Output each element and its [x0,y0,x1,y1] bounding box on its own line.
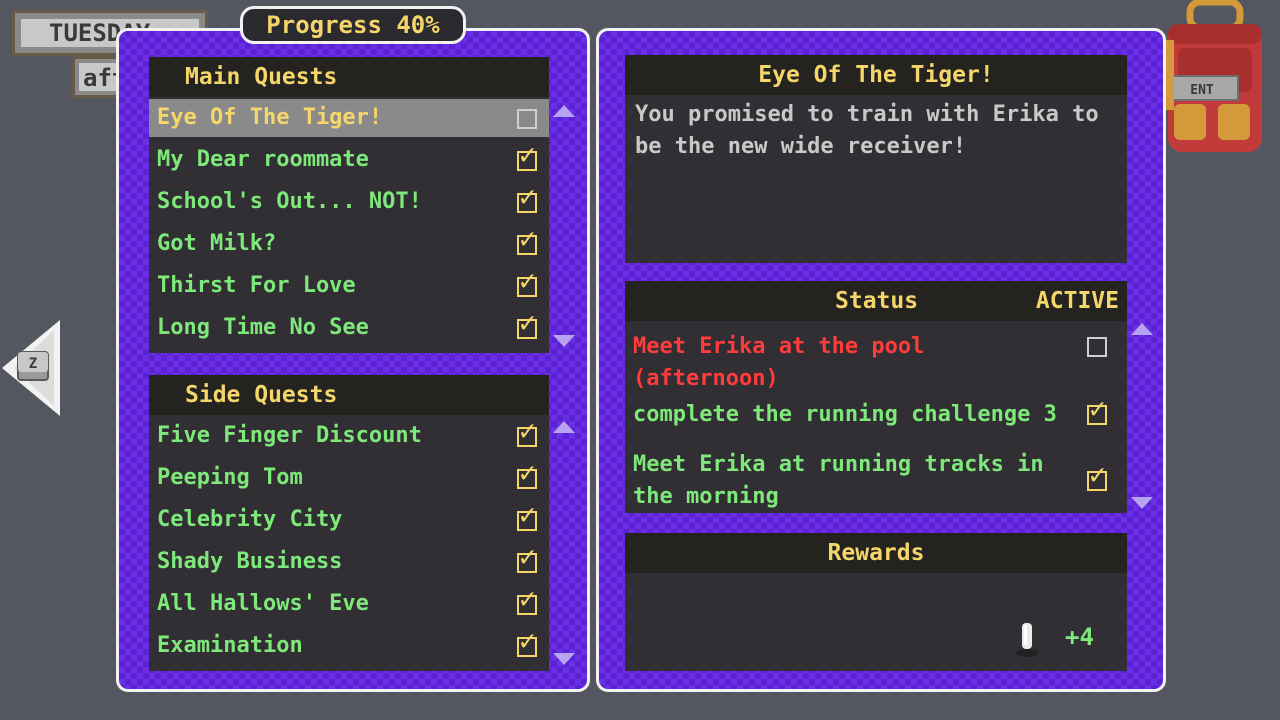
side_quests-item[interactable]: Celebrity City ✓ [149,501,549,539]
main_quests-item[interactable]: Got Milk? ✓ [149,225,549,263]
side-quests-box: Side Quests Five Finger Discount ✓ Peeping… [149,375,549,671]
quest-label: Shady Business [157,549,343,574]
quest-label: Five Finger Discount [157,423,422,448]
side-scroll-down-icon[interactable] [553,653,575,665]
quest-detail-panel: Eye Of The Tiger! You promised to train … [596,28,1166,692]
objective-item: complete the running challenge 3 [633,399,1083,431]
objectives-scroll-down-icon[interactable] [1131,497,1153,509]
back-key-label: Z [29,356,37,372]
rewards-title: Rewards [625,533,1127,573]
main-quests-title: Main Quests [149,57,549,97]
backpack-key-label: ENT [1190,83,1214,98]
quest-label: Long Time No See [157,315,369,340]
check-icon: ✓ [517,456,537,489]
main-scroll-down-icon[interactable] [553,335,575,347]
unchecked-box-icon [1087,335,1111,359]
quest-label: Examination [157,633,303,658]
objective-checkbox: ✓ [1087,458,1111,493]
check-icon: ✓ [1087,458,1107,491]
quest-label: Celebrity City [157,507,343,532]
main_quests-item[interactable]: Long Time No See ✓ [149,309,549,347]
quest-list-panel: Main Quests Eye Of The Tiger! My Dear roo… [116,28,590,692]
objective-label: Meet Erika at running tracks in the morn… [633,452,1044,509]
rewards-box: Rewards +4 [625,533,1127,671]
quest-label: My Dear roommate [157,147,369,172]
check-icon: ✓ [517,180,537,213]
check-icon: ✓ [517,306,537,339]
main_quests-item[interactable]: My Dear roommate ✓ [149,141,549,179]
side-quests-title: Side Quests [149,375,549,415]
check-icon: ✓ [1087,392,1107,425]
objective-checkbox: ✓ [1087,392,1111,427]
main_quests-item[interactable]: Eye Of The Tiger! [149,99,549,137]
objective-item: Meet Erika at running tracks in the morn… [633,449,1083,513]
backpack-icon[interactable]: ENT [1160,0,1270,160]
side_quests-item[interactable]: Five Finger Discount ✓ [149,417,549,455]
check-icon: ✓ [517,138,537,171]
objectives-scroll-up-icon[interactable] [1131,323,1153,335]
reward-amount: +4 [1065,623,1094,651]
check-icon: ✓ [517,498,537,531]
unchecked-box-icon [517,107,541,131]
objective-item: Meet Erika at the pool (afternoon) [633,331,1083,395]
main-scroll-up-icon[interactable] [553,105,575,117]
main_quests-item[interactable]: School's Out... NOT! ✓ [149,183,549,221]
status-value: ACTIVE [1035,288,1119,314]
progress-label: Progress 40% [240,6,466,44]
quest-description: You promised to train with Erika to be t… [635,102,1099,159]
side_quests-item[interactable]: All Hallows' Eve ✓ [149,585,549,623]
side_quests-item[interactable]: Peeping Tom ✓ [149,459,549,497]
check-icon: ✓ [517,222,537,255]
objective-label: complete the running challenge 3 [633,402,1057,427]
quest-label: Peeping Tom [157,465,303,490]
objective-label: Meet Erika at the pool (afternoon) [633,334,925,391]
quest-label: Eye Of The Tiger! [157,105,383,130]
status-label: Status [835,288,919,314]
check-icon: ✓ [517,540,537,573]
quest-label: School's Out... NOT! [157,189,422,214]
quest-status-box: Status ACTIVE Meet Erika at the pool (af… [625,281,1127,513]
objective-checkbox [1087,335,1111,359]
check-icon: ✓ [517,624,537,657]
back-button[interactable]: Z [0,318,64,418]
check-icon: ✓ [517,582,537,615]
status-header: Status ACTIVE [625,281,1127,321]
side_quests-item[interactable]: Examination ✓ [149,627,549,665]
reward-item-icon [1015,619,1039,659]
quest-description-box: Eye Of The Tiger! You promised to train … [625,55,1127,263]
quest-label: All Hallows' Eve [157,591,369,616]
side_quests-item[interactable]: Shady Business ✓ [149,543,549,581]
quest-label: Got Milk? [157,231,277,256]
check-icon: ✓ [517,264,537,297]
main-quests-box: Main Quests Eye Of The Tiger! My Dear roo… [149,57,549,353]
side-scroll-up-icon[interactable] [553,421,575,433]
check-icon: ✓ [517,414,537,447]
main_quests-item[interactable]: Thirst For Love ✓ [149,267,549,305]
quest-detail-title: Eye Of The Tiger! [625,55,1127,95]
quest-label: Thirst For Love [157,273,356,298]
